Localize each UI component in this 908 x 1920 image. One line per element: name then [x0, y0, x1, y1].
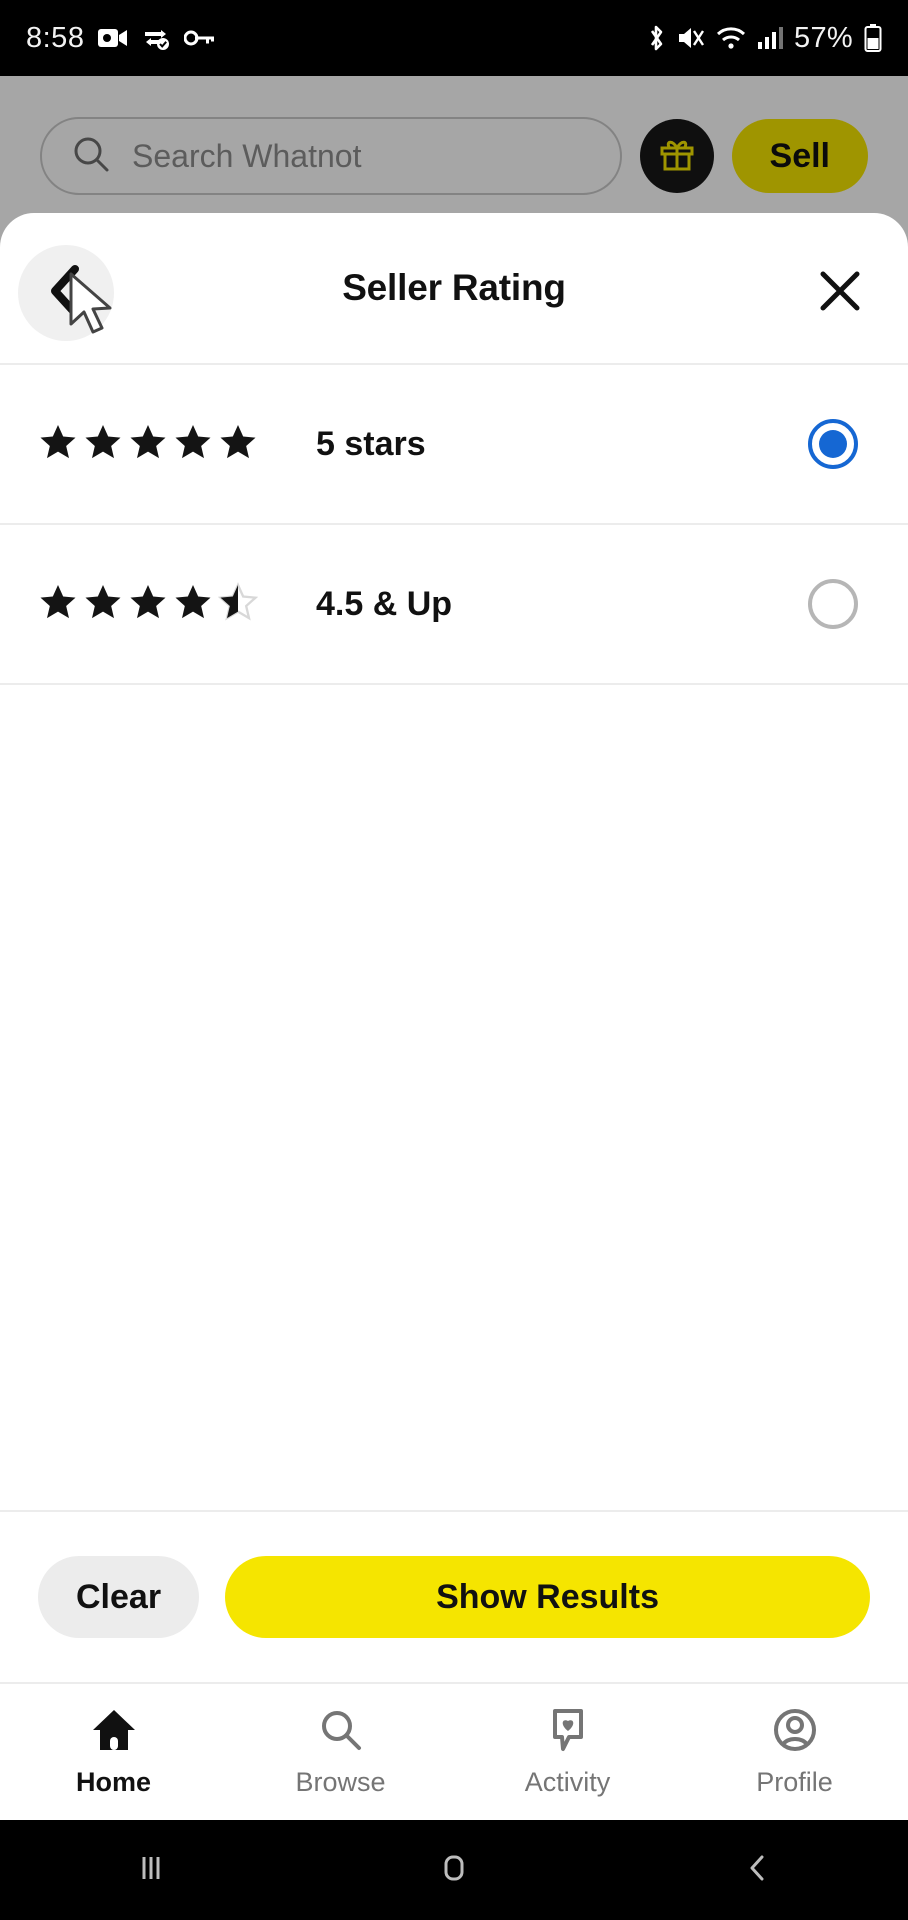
system-back-button[interactable] — [697, 1820, 817, 1920]
star-icon — [128, 422, 168, 467]
home-square-icon — [436, 1850, 472, 1891]
rating-option-label: 4.5 & Up — [316, 584, 453, 623]
close-button[interactable] — [810, 263, 870, 323]
rating-option-list: 5 stars 4.5 & Up — [0, 363, 908, 685]
cellular-signal-icon — [757, 26, 784, 50]
chevron-left-icon — [45, 264, 87, 323]
star-rating-display — [38, 581, 268, 627]
bluetooth-icon — [646, 24, 666, 52]
seller-rating-sheet: Seller Rating 5 stars 4.5 & Up Clear Sho… — [0, 213, 908, 1920]
search-icon — [316, 1707, 366, 1758]
rating-option-label: 5 stars — [316, 424, 426, 463]
star-icon — [218, 422, 258, 467]
status-bar: 8:58 57% — [0, 0, 908, 76]
tab-home[interactable]: Home — [0, 1684, 227, 1820]
close-icon — [817, 268, 863, 319]
recents-button[interactable] — [91, 1820, 211, 1920]
half-star-icon — [217, 581, 259, 627]
back-chevron-icon — [739, 1850, 775, 1891]
sheet-header: Seller Rating — [0, 213, 908, 363]
battery-percent: 57% — [794, 21, 853, 54]
page-title: Seller Rating — [342, 267, 566, 308]
star-icon — [38, 422, 78, 467]
radio-inner-dot — [819, 430, 847, 458]
star-icon — [83, 582, 123, 627]
tab-profile[interactable]: Profile — [681, 1684, 908, 1820]
tab-activity[interactable]: Activity — [454, 1684, 681, 1820]
show-results-button[interactable]: Show Results — [225, 1556, 870, 1638]
star-rating-display — [38, 422, 268, 467]
recents-icon — [133, 1850, 169, 1891]
sheet-footer-actions: Clear Show Results — [0, 1510, 908, 1682]
activity-heart-bubble-icon — [543, 1707, 593, 1758]
radio-button-unselected[interactable] — [808, 579, 858, 629]
tab-label: Home — [75, 1766, 151, 1797]
bottom-tab-bar: Home Browse Activity Profile — [0, 1682, 908, 1820]
battery-icon — [864, 24, 882, 52]
tab-label: Browse — [295, 1766, 386, 1797]
video-camera-icon — [98, 27, 128, 49]
status-bar-right: 57% — [646, 22, 882, 55]
tab-label: Profile — [756, 1766, 833, 1797]
tab-browse[interactable]: Browse — [227, 1684, 454, 1820]
rating-option-4-5-and-up[interactable]: 4.5 & Up — [0, 525, 908, 685]
vpn-icon — [142, 26, 170, 50]
star-icon — [173, 582, 213, 627]
star-icon — [128, 582, 168, 627]
radio-outer-ring — [808, 579, 858, 629]
home-icon — [89, 1707, 139, 1758]
mute-icon — [677, 25, 705, 51]
system-navigation-bar — [0, 1820, 908, 1920]
rating-option-5-stars[interactable]: 5 stars — [0, 365, 908, 525]
tab-label: Activity — [524, 1766, 611, 1797]
star-icon — [83, 422, 123, 467]
back-button[interactable] — [18, 245, 114, 341]
phone-screen: 8:58 57% Search Whatnot Sell Seller Rati… — [0, 0, 908, 1920]
system-home-button[interactable] — [394, 1820, 514, 1920]
status-bar-left: 8:58 — [26, 21, 215, 55]
status-time: 8:58 — [26, 21, 85, 54]
star-icon — [38, 582, 78, 627]
clear-button[interactable]: Clear — [38, 1556, 200, 1638]
profile-icon — [770, 1707, 820, 1758]
radio-button-selected[interactable] — [808, 419, 858, 469]
sheet-empty-space — [0, 685, 908, 1545]
star-icon — [173, 422, 213, 467]
wifi-icon — [716, 26, 746, 50]
key-icon — [184, 29, 215, 47]
